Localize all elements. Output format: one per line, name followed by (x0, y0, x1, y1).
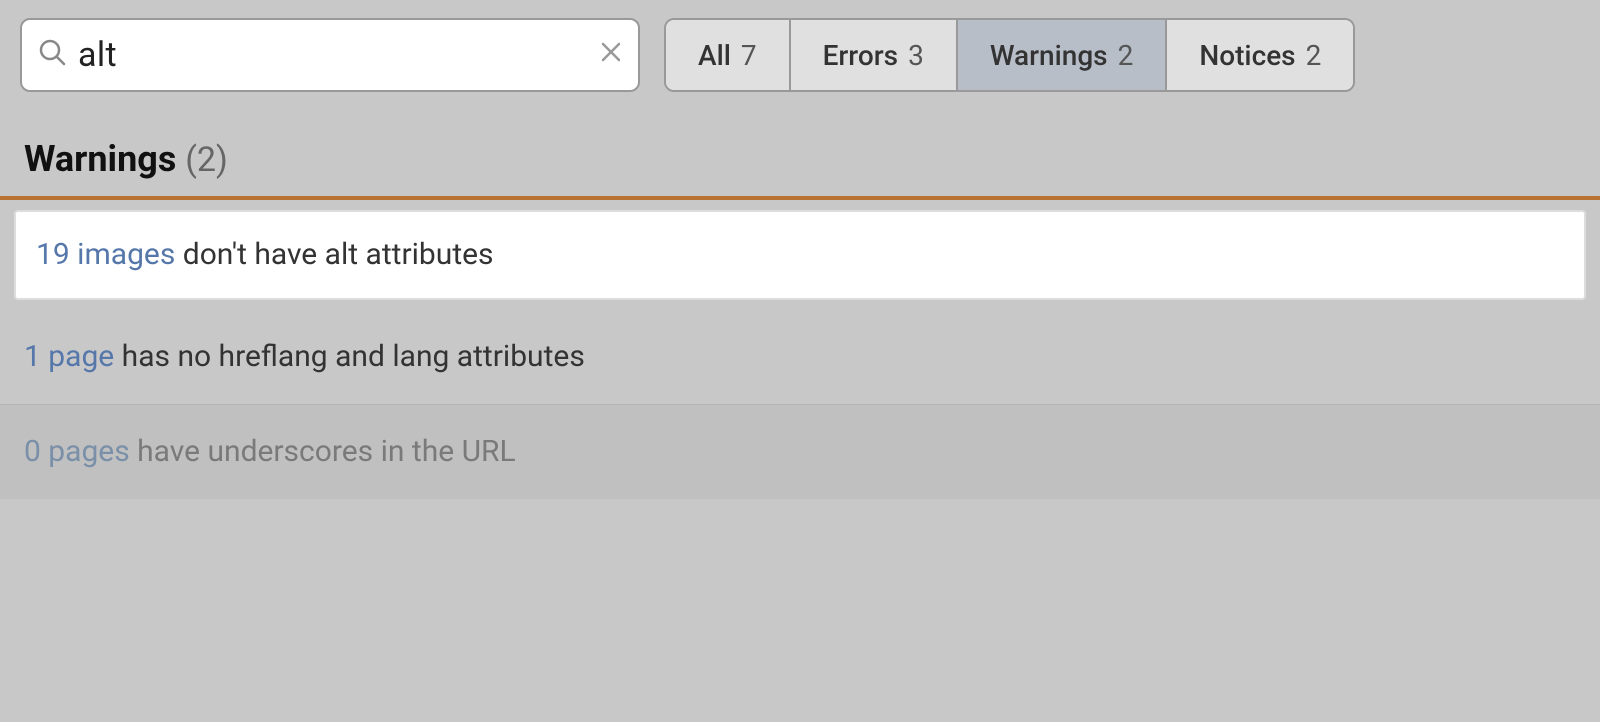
warning-divider (0, 196, 1600, 200)
result-3-rest: have underscores in the URL (130, 434, 516, 469)
result-1-link[interactable]: 19 images (36, 237, 175, 272)
result-1-text: 19 images don't have alt attributes (36, 237, 494, 272)
result-1-rest: don't have alt attributes (175, 237, 493, 272)
result-item-1[interactable]: 19 images don't have alt attributes (14, 210, 1586, 300)
tab-notices-label: Notices (1199, 39, 1295, 72)
tab-errors-label: Errors (823, 39, 898, 72)
filter-tabs: All 7 Errors 3 Warnings 2 Notices 2 (664, 18, 1355, 92)
result-item-3[interactable]: 0 pages have underscores in the URL (0, 405, 1600, 499)
result-3-text: 0 pages have underscores in the URL (24, 434, 516, 469)
result-2-rest: has no hreflang and lang attributes (114, 339, 585, 374)
tab-warnings-label: Warnings (990, 39, 1108, 72)
result-item-2[interactable]: 1 page has no hreflang and lang attribut… (0, 310, 1600, 405)
tab-errors-count: 3 (908, 39, 924, 72)
search-icon (38, 38, 66, 73)
top-bar: alt All 7 Errors 3 Warnings 2 Notices 2 (0, 0, 1600, 110)
search-box[interactable]: alt (20, 18, 640, 92)
result-3-link[interactable]: 0 pages (24, 434, 130, 469)
result-2-text: 1 page has no hreflang and lang attribut… (24, 339, 585, 374)
tab-all-label: All (698, 39, 731, 72)
search-value: alt (78, 35, 588, 75)
tab-warnings-count: 2 (1118, 39, 1134, 72)
tab-all[interactable]: All 7 (666, 20, 791, 90)
section-header: Warnings (2) (0, 110, 1600, 196)
result-2-link[interactable]: 1 page (24, 339, 114, 374)
results-list: 19 images don't have alt attributes 1 pa… (0, 210, 1600, 499)
tab-warnings[interactable]: Warnings 2 (958, 20, 1168, 90)
section-title-text: Warnings (24, 138, 176, 180)
section-count: (2) (185, 140, 228, 180)
search-clear-button[interactable] (600, 40, 622, 70)
tab-all-count: 7 (741, 39, 757, 72)
tab-errors[interactable]: Errors 3 (791, 20, 958, 90)
tab-notices-count: 2 (1306, 39, 1322, 72)
section-title: Warnings (2) (24, 138, 1576, 180)
tab-notices[interactable]: Notices 2 (1167, 20, 1353, 90)
